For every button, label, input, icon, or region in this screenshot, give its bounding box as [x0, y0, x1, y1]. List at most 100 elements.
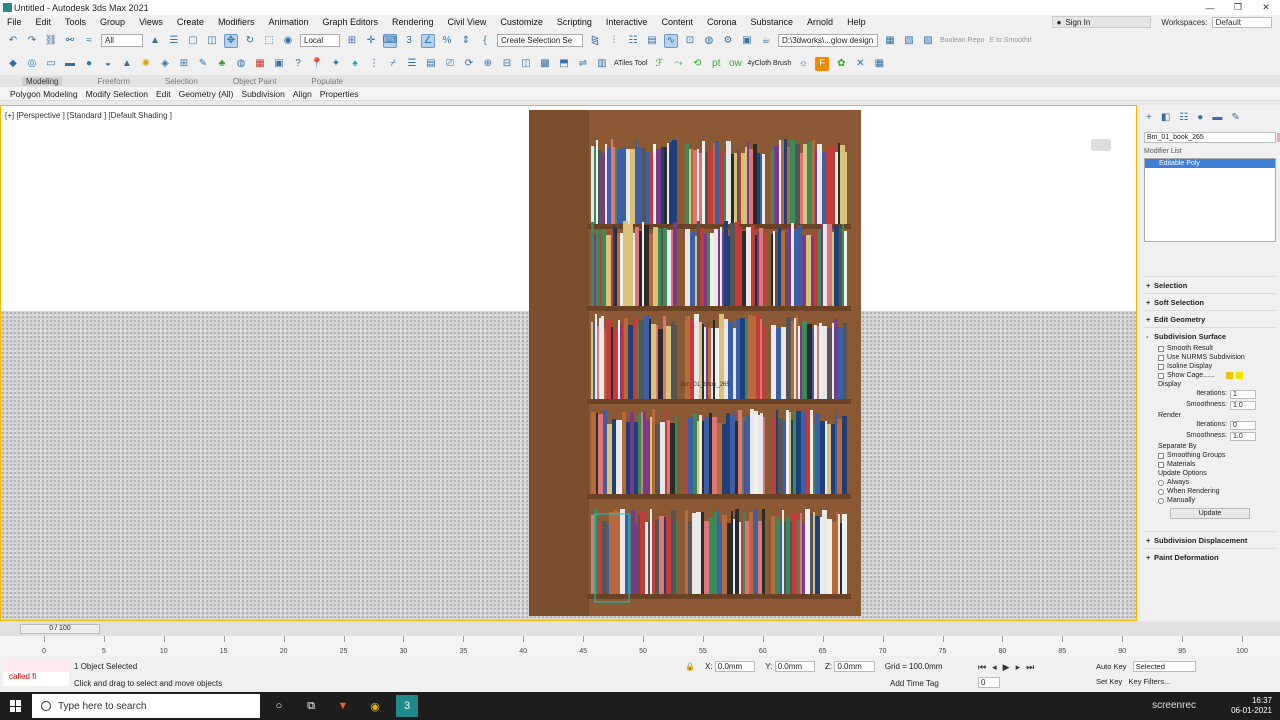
menu-substance[interactable]: Substance: [744, 17, 801, 27]
task-view-icon[interactable]: ⧉: [300, 695, 322, 717]
show-cage-checkbox[interactable]: Show Cage......: [1144, 371, 1276, 380]
tab-populate[interactable]: Populate: [311, 77, 343, 86]
box-icon[interactable]: ▭: [44, 57, 58, 71]
menu-file[interactable]: File: [0, 17, 29, 27]
motion-tab-icon[interactable]: ●: [1197, 112, 1203, 123]
help-icon[interactable]: ?: [291, 57, 305, 71]
edit-named-sets-icon[interactable]: {: [478, 34, 492, 48]
ow-icon[interactable]: ow: [728, 57, 742, 71]
schematic-view-icon[interactable]: ⊡: [683, 34, 697, 48]
place-icon[interactable]: ◉: [281, 34, 295, 48]
lock-icon[interactable]: 🔒: [685, 662, 695, 671]
when-rendering-radio[interactable]: When Rendering: [1144, 487, 1276, 496]
cone-icon[interactable]: ▲: [120, 57, 134, 71]
next-frame-icon[interactable]: ▸: [1016, 662, 1021, 673]
key-selection-dropdown[interactable]: Selected: [1132, 661, 1196, 672]
taskbar-search[interactable]: Type here to search: [32, 694, 260, 718]
rollout-subdivision-surface[interactable]: Subdivision Surface: [1144, 327, 1276, 344]
time-slider[interactable]: 0 / 100: [20, 624, 100, 634]
modifier-list-dropdown[interactable]: Modifier List: [1144, 148, 1276, 155]
camera-icon[interactable]: ◈: [158, 57, 172, 71]
x-field[interactable]: 0.0mm: [714, 661, 756, 672]
grid-icon[interactable]: ⊞: [177, 57, 191, 71]
manipulate-icon[interactable]: ✛: [364, 34, 378, 48]
pt-icon[interactable]: pt: [709, 57, 723, 71]
chrome-icon[interactable]: ◉: [364, 695, 386, 717]
rotate-icon[interactable]: ↻: [243, 34, 257, 48]
scale-icon[interactable]: ⬚: [262, 34, 276, 48]
menu-content[interactable]: Content: [654, 17, 700, 27]
ribbon-properties[interactable]: Properties: [318, 89, 361, 99]
cage-color-swatch-2[interactable]: [1235, 372, 1243, 379]
render-setup-icon[interactable]: ⚙: [721, 34, 735, 48]
menu-civil-view[interactable]: Civil View: [441, 17, 494, 27]
isoline-display-checkbox[interactable]: Isoline Display: [1144, 362, 1276, 371]
select-object-icon[interactable]: ▲: [148, 34, 162, 48]
go-to-end-icon[interactable]: ⏭: [1026, 662, 1034, 673]
manually-radio[interactable]: Manually: [1144, 496, 1276, 505]
link-icon[interactable]: ⛓: [44, 34, 58, 48]
material-editor-icon[interactable]: ◍: [702, 34, 716, 48]
smoothness-value[interactable]: 1.0: [1230, 401, 1256, 410]
object-name-field[interactable]: Bm_01_book_265: [1144, 132, 1280, 143]
minimize-button[interactable]: —: [1196, 0, 1224, 15]
snapshot-icon[interactable]: ⎚: [443, 57, 457, 71]
plant-icon[interactable]: ✿: [834, 57, 848, 71]
snaps-toggle-icon[interactable]: 3: [402, 34, 416, 48]
railclone-icon[interactable]: ⤳: [671, 57, 685, 71]
tab-object-paint[interactable]: Object Paint: [233, 77, 277, 86]
tab-selection[interactable]: Selection: [165, 77, 198, 86]
menu-animation[interactable]: Animation: [261, 17, 315, 27]
hierarchy-tab-icon[interactable]: ☷: [1179, 112, 1188, 123]
tree-icon[interactable]: ♣: [215, 57, 229, 71]
move-icon[interactable]: ✥: [224, 33, 238, 48]
play-icon[interactable]: ▶: [1003, 662, 1010, 673]
flip-icon[interactable]: ⇌: [576, 57, 590, 71]
stack-item-editable-poly[interactable]: Editable Poly: [1145, 159, 1275, 168]
modifier-stack[interactable]: Editable Poly: [1144, 158, 1276, 242]
sun-icon[interactable]: ✺: [139, 57, 153, 71]
colors-icon[interactable]: ▦: [253, 57, 267, 71]
bookshelf-model[interactable]: Bm_01_book_265: [529, 106, 861, 620]
forest-pack-icon[interactable]: ℱ: [652, 57, 666, 71]
viewport-label[interactable]: [+] [Perspective ] [Standard ] [Default …: [5, 111, 172, 120]
menu-interactive[interactable]: Interactive: [599, 17, 655, 27]
add-time-tag-button[interactable]: Add Time Tag: [890, 679, 939, 688]
selection-filter-dropdown[interactable]: All: [101, 34, 143, 47]
boolean-repo-label[interactable]: Boolean Repo: [940, 37, 984, 44]
plane-icon[interactable]: ▬: [63, 57, 77, 71]
smoothit-label[interactable]: E to Smoothit: [989, 37, 1031, 44]
utilities-tab-icon[interactable]: ✎: [1231, 112, 1239, 123]
key-filters-button[interactable]: Key Filters...: [1129, 677, 1171, 686]
panel-icon[interactable]: ▦: [872, 57, 886, 71]
cortana-icon[interactable]: ○: [268, 695, 290, 717]
select-by-name-icon[interactable]: ☰: [167, 34, 181, 48]
rollout-soft-selection[interactable]: Soft Selection: [1144, 293, 1276, 310]
render-iterations-spinner[interactable]: Iterations: 0: [1144, 420, 1276, 431]
map-icon[interactable]: ⬒: [557, 57, 571, 71]
brave-icon[interactable]: ▼: [332, 695, 354, 717]
paint-icon[interactable]: ✎: [196, 57, 210, 71]
current-frame-field[interactable]: 0: [978, 677, 1001, 688]
target-icon[interactable]: ⊕: [481, 57, 495, 71]
cloth-brush-label[interactable]: 4yCloth Brush: [747, 60, 791, 67]
iterations-value[interactable]: 1: [1230, 390, 1256, 399]
light-icon[interactable]: ✦: [329, 57, 343, 71]
render-smoothness-spinner[interactable]: Smoothness: 1.0: [1144, 431, 1276, 442]
undo-icon[interactable]: ↶: [6, 34, 20, 48]
menu-create[interactable]: Create: [170, 17, 211, 27]
ref-coord-dropdown[interactable]: Local: [300, 34, 340, 47]
redo-icon[interactable]: ↷: [25, 34, 39, 48]
menu-rendering[interactable]: Rendering: [385, 17, 441, 27]
create-tab-icon[interactable]: +: [1146, 112, 1152, 123]
ribbon-polygon-modeling[interactable]: Polygon Modeling: [8, 89, 80, 99]
display-tab-icon[interactable]: ▬: [1212, 112, 1222, 123]
unwrap-icon[interactable]: ⊟: [500, 57, 514, 71]
ribbon-geometry-all[interactable]: Geometry (All): [177, 89, 236, 99]
rollout-paint-deformation[interactable]: Paint Deformation: [1144, 548, 1276, 565]
use-nurms-checkbox[interactable]: Use NURMS Subdivision: [1144, 353, 1276, 362]
iterations-spinner[interactable]: Iterations: 1: [1144, 389, 1276, 400]
loop-icon[interactable]: ◎: [25, 57, 39, 71]
maximize-button[interactable]: ❐: [1224, 0, 1252, 15]
menu-help[interactable]: Help: [840, 17, 873, 27]
